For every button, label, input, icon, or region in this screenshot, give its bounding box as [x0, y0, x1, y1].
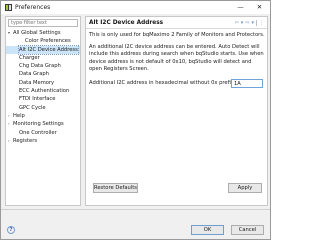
filter-input[interactable]	[8, 19, 78, 27]
tree-item-label: Monitoring Settings	[13, 121, 64, 128]
tree-item[interactable]: Data Graph	[6, 70, 80, 78]
expand-arrow-icon[interactable]: ›	[8, 112, 12, 120]
hex-address-row: Additional I2C address in hexadecimal wi…	[89, 79, 265, 88]
expand-arrow-icon[interactable]: ›	[8, 120, 12, 128]
page-nav-toolbar: ⇦ ▾ ⇨ ▾ ⋮	[235, 19, 264, 27]
tree-item[interactable]: › Registers	[6, 137, 80, 145]
toolbar-divider	[256, 20, 257, 26]
tree-item[interactable]: Alt I2C Device Address	[6, 44, 80, 55]
cancel-button[interactable]: Cancel	[231, 225, 264, 235]
hex-address-input[interactable]	[231, 79, 263, 88]
forward-icon[interactable]: ⇨	[245, 19, 249, 27]
tree-item[interactable]: ▾ All Global Settings	[6, 29, 80, 37]
ok-button[interactable]: OK	[191, 225, 224, 235]
tree-item-label: ECC Authentication	[19, 88, 70, 95]
tree-item-label: Charger	[19, 54, 40, 61]
tree-item-label: All Global Settings	[13, 30, 61, 36]
preferences-tree: ▾ All Global Settings Color Preferences Alt…	[6, 29, 80, 145]
tree-item[interactable]: Charger	[6, 54, 80, 62]
footer-divider	[1, 209, 270, 210]
preference-page: Alt I2C Device Address ⇦ ▾ ⇨ ▾ ⋮ This is…	[85, 16, 268, 206]
back-menu-icon[interactable]: ▾	[241, 19, 244, 27]
tree-item[interactable]: Color Preferences	[6, 37, 80, 45]
tree-item[interactable]: One Controller	[6, 129, 80, 137]
tree-item-label: Alt I2C Device Address	[18, 44, 79, 55]
hex-address-label: Additional I2C address in hexadecimal wi…	[89, 80, 236, 86]
help-icon[interactable]: ?	[7, 226, 15, 234]
preferences-window: Preferences — ✕ ▾All Global SettingsColo…	[0, 0, 271, 240]
tree-item-label: Chg Data Graph	[19, 63, 61, 70]
preferences-tree-panel: ▾All Global SettingsColor PreferencesAlt…	[5, 16, 81, 206]
page-title: Alt I2C Device Address	[89, 20, 164, 26]
menu-icon[interactable]: ⋮	[259, 19, 264, 27]
tree-item[interactable]: Data Memory	[6, 79, 80, 87]
tree-item-label: Help	[13, 112, 25, 119]
collapse-arrow-icon[interactable]: ▾	[8, 29, 12, 37]
minimize-button[interactable]: —	[235, 2, 246, 12]
tree-item[interactable]: ECC Authentication	[6, 87, 80, 95]
expand-arrow-icon[interactable]: ›	[8, 137, 12, 145]
tree-item[interactable]: › Help	[6, 112, 80, 120]
tree-item-label: Color Preferences	[25, 38, 71, 45]
page-content: This is only used for bqMaximo 2 Family …	[89, 32, 265, 78]
close-button[interactable]: ✕	[254, 2, 265, 12]
tree-item[interactable]: › Monitoring Settings	[6, 120, 80, 128]
tree-item[interactable]: Chg Data Graph	[6, 62, 80, 70]
title-bar: Preferences — ✕	[1, 1, 270, 14]
description-text-2: An additional I2C device address can be …	[89, 44, 264, 72]
tree-item-label: FTDI Interface	[19, 96, 56, 103]
tree-item-label: Registers	[13, 137, 38, 144]
app-icon	[5, 4, 12, 11]
back-icon[interactable]: ⇦	[235, 19, 239, 27]
apply-button[interactable]: Apply	[228, 183, 262, 193]
restore-defaults-button[interactable]: Restore Defaults	[93, 183, 138, 193]
tree-item-label: GPC Cycle	[19, 104, 46, 111]
tree-item[interactable]: FTDI Interface	[6, 95, 80, 103]
tree-item[interactable]: GPC Cycle	[6, 104, 80, 112]
page-header: Alt I2C Device Address ⇦ ▾ ⇨ ▾ ⋮	[86, 17, 267, 29]
tree-item-label: One Controller	[19, 129, 57, 136]
window-title: Preferences	[15, 4, 51, 11]
tree-item-label: Data Memory	[19, 79, 55, 86]
tree-item-label: Data Graph	[19, 71, 49, 78]
description-text-1: This is only used for bqMaximo 2 Family …	[89, 32, 265, 38]
forward-menu-icon[interactable]: ▾	[251, 19, 254, 27]
